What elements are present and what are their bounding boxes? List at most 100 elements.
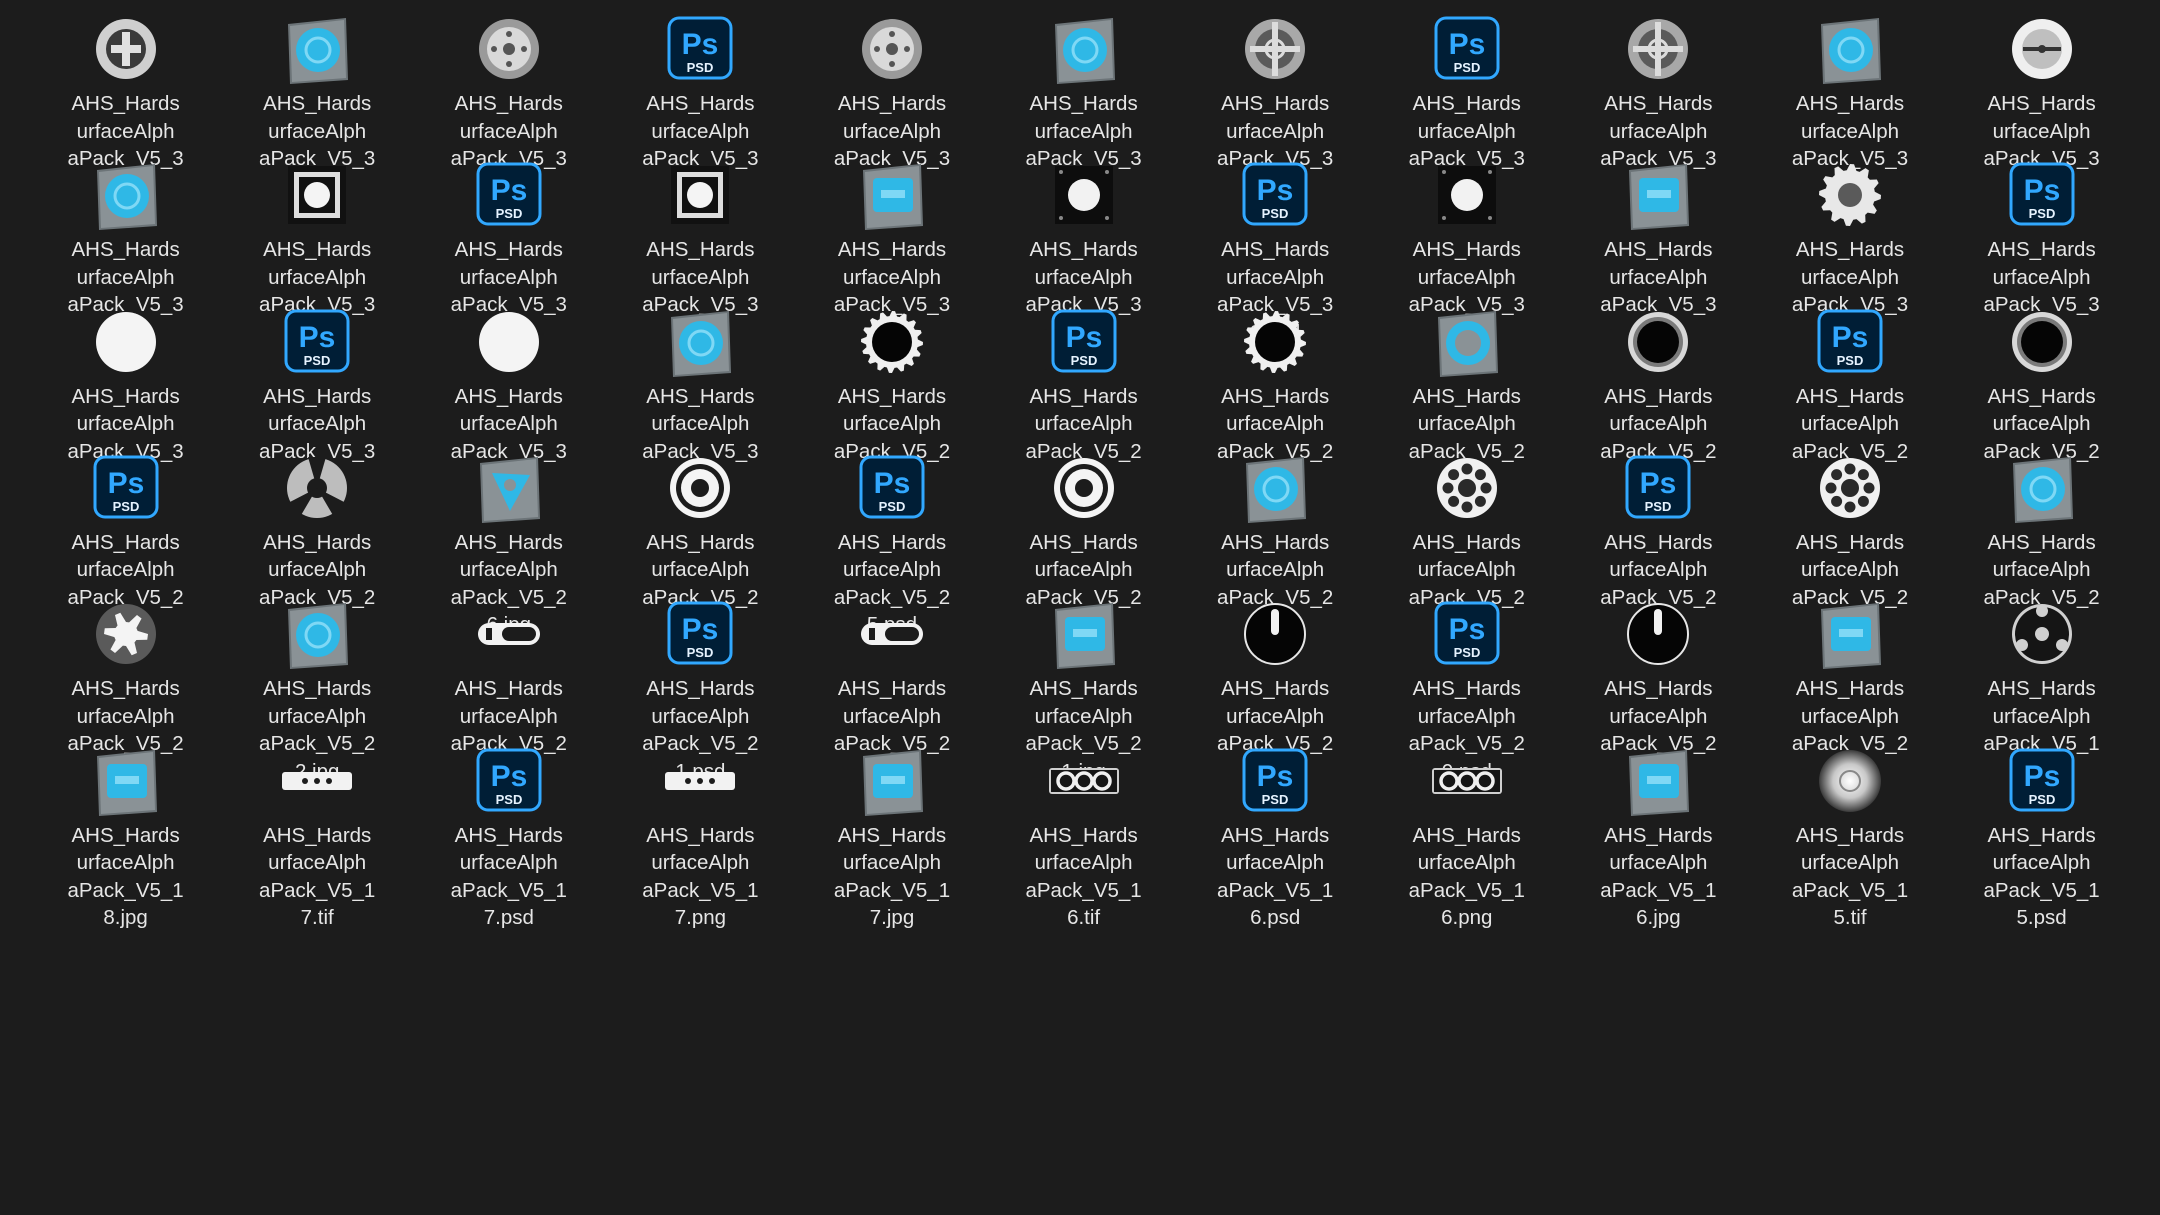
- file-name-line: 6.tif: [1067, 906, 1101, 929]
- file-name-line: urfaceAlph: [1034, 851, 1133, 874]
- file-name-line: AHS_Hards: [1795, 530, 1905, 554]
- square-ring-icon: [279, 154, 355, 236]
- file-name-line: 7.png: [674, 906, 727, 929]
- file-name-line: urfaceAlph: [459, 265, 558, 289]
- file-name-line: AHS_Hards: [1604, 823, 1713, 847]
- holes-disc-icon: [1812, 447, 1888, 529]
- file-name-line: urfaceAlph: [1992, 704, 2091, 728]
- file-item[interactable]: AHS_Hards urfaceAlph aPack_V5_1 7.png: [634, 732, 766, 933]
- gear-disc-icon: [88, 8, 164, 90]
- file-name-line: urfaceAlph: [651, 265, 750, 289]
- svg-text:Ps: Ps: [2023, 174, 2060, 207]
- file-item[interactable]: AHS_Hards urfaceAlph aPack_V5_1 6.tif: [1018, 732, 1150, 933]
- file-name-line: 5.psd: [2016, 906, 2067, 929]
- blue-disc-tile-icon: [279, 8, 355, 90]
- psd-icon: Ps PSD: [1620, 447, 1696, 529]
- file-name-line: AHS_Hards: [1795, 823, 1905, 847]
- ring-cog-icon: [1237, 301, 1313, 383]
- blue-ring-tile-icon: [1429, 301, 1505, 383]
- file-name-line: urfaceAlph: [1609, 704, 1708, 728]
- file-name-line: 8.jpg: [103, 906, 148, 929]
- svg-text:Ps: Ps: [1640, 467, 1677, 500]
- file-item[interactable]: Ps PSD AHS_Hards urfaceAlph aPack_V5_1 7.psd: [443, 732, 575, 933]
- file-name-line: urfaceAlph: [1800, 119, 1899, 143]
- svg-text:Ps: Ps: [1257, 760, 1294, 793]
- file-name-line: AHS_Hards: [1795, 238, 1905, 262]
- file-name-line: AHS_Hards: [1029, 238, 1138, 262]
- file-name-line: AHS_Hards: [646, 677, 755, 701]
- file-item[interactable]: AHS_Hards urfaceAlph aPack_V5_1 5.tif: [1784, 732, 1916, 933]
- file-name-line: aPack_V5_1: [1983, 878, 2100, 902]
- file-name-line: 6.jpg: [1636, 906, 1681, 929]
- file-name-label: AHS_Hards urfaceAlph aPack_V5_1 6.psd: [1209, 822, 1341, 932]
- file-name-line: urfaceAlph: [76, 265, 175, 289]
- psd-icon: Ps PSD: [1237, 154, 1313, 236]
- file-name-line: AHS_Hards: [1412, 92, 1521, 115]
- file-name-line: AHS_Hards: [454, 238, 563, 262]
- svg-text:PSD: PSD: [687, 60, 714, 75]
- black-ring-icon: [2004, 301, 2080, 383]
- file-item[interactable]: AHS_Hards urfaceAlph aPack_V5_1 6.jpg: [1592, 732, 1724, 933]
- file-item[interactable]: Ps PSD AHS_Hards urfaceAlph aPack_V5_1 6.psd: [1209, 732, 1341, 933]
- file-item[interactable]: Ps PSD AHS_Hards urfaceAlph aPack_V5_1 5.psd: [1976, 732, 2108, 933]
- pill-switch-icon: [471, 593, 547, 675]
- svg-text:Ps: Ps: [1257, 174, 1294, 207]
- square-ring-icon: [662, 154, 738, 236]
- file-name-line: AHS_Hards: [1412, 238, 1521, 262]
- dots-bar-icon: [279, 740, 355, 822]
- file-name-line: urfaceAlph: [842, 412, 941, 436]
- file-name-line: AHS_Hards: [1221, 92, 1330, 115]
- psd-icon: Ps PSD: [88, 447, 164, 529]
- file-name-line: urfaceAlph: [1034, 558, 1133, 582]
- file-name-line: urfaceAlph: [76, 119, 175, 143]
- file-name-line: AHS_Hards: [454, 823, 563, 847]
- blue-disc-tile-icon: [1046, 8, 1122, 90]
- file-name-line: AHS_Hards: [1029, 530, 1138, 554]
- file-name-line: aPack_V5_1: [1025, 878, 1142, 902]
- file-name-line: urfaceAlph: [1417, 704, 1516, 728]
- file-name-line: AHS_Hards: [837, 238, 947, 262]
- svg-text:Ps: Ps: [107, 467, 144, 500]
- file-name-line: AHS_Hards: [646, 238, 755, 262]
- file-name-line: AHS_Hards: [1221, 677, 1330, 701]
- target-disc-icon: [1046, 447, 1122, 529]
- crosshair-disc-icon: [1620, 8, 1696, 90]
- file-name-line: urfaceAlph: [268, 704, 367, 728]
- file-name-line: urfaceAlph: [459, 851, 558, 874]
- svg-text:PSD: PSD: [687, 645, 714, 660]
- file-name-line: 7.tif: [300, 906, 334, 929]
- file-name-line: AHS_Hards: [1221, 384, 1330, 408]
- file-item[interactable]: AHS_Hards urfaceAlph aPack_V5_1 7.jpg: [826, 732, 958, 933]
- file-name-line: AHS_Hards: [71, 384, 180, 408]
- star-cog-icon: [88, 593, 164, 675]
- file-name-line: AHS_Hards: [1412, 677, 1521, 701]
- blue-disc-tile-icon: [88, 154, 164, 236]
- file-name-line: 7.psd: [483, 906, 534, 929]
- svg-text:Ps: Ps: [2023, 760, 2060, 793]
- file-name-line: AHS_Hards: [837, 677, 947, 701]
- file-name-line: aPack_V5_1: [1217, 878, 1334, 902]
- file-item[interactable]: AHS_Hards urfaceAlph aPack_V5_1 7.tif: [251, 732, 383, 933]
- svg-text:PSD: PSD: [112, 499, 139, 514]
- file-name-line: urfaceAlph: [651, 558, 750, 582]
- file-name-line: urfaceAlph: [1417, 265, 1516, 289]
- svg-text:PSD: PSD: [495, 792, 522, 807]
- file-name-label: AHS_Hards urfaceAlph aPack_V5_1 7.png: [634, 822, 766, 932]
- file-name-line: AHS_Hards: [646, 384, 755, 408]
- file-item[interactable]: AHS_Hards urfaceAlph aPack_V5_1 6.png: [1401, 732, 1533, 933]
- file-explorer-viewport: PsPSDAHS_HardsurfaceAlphaPack_V5_39.psdA…: [0, 0, 2160, 1215]
- blue-disc-tile-icon: [2004, 447, 2080, 529]
- file-name-line: AHS_Hards: [837, 530, 947, 554]
- file-name-line: urfaceAlph: [842, 119, 941, 143]
- file-name-line: AHS_Hards: [454, 530, 563, 554]
- svg-text:Ps: Ps: [874, 467, 911, 500]
- blue-disc-tile-icon: [1812, 8, 1888, 90]
- file-name-line: urfaceAlph: [651, 704, 750, 728]
- file-item[interactable]: AHS_Hards urfaceAlph aPack_V5_1 8.jpg: [60, 732, 192, 933]
- file-name-line: AHS_Hards: [837, 823, 947, 847]
- file-name-line: urfaceAlph: [1992, 412, 2091, 436]
- svg-text:PSD: PSD: [1453, 60, 1480, 75]
- file-name-line: AHS_Hards: [1412, 823, 1521, 847]
- file-name-line: AHS_Hards: [1029, 823, 1138, 847]
- three-rings-icon: [1046, 740, 1122, 822]
